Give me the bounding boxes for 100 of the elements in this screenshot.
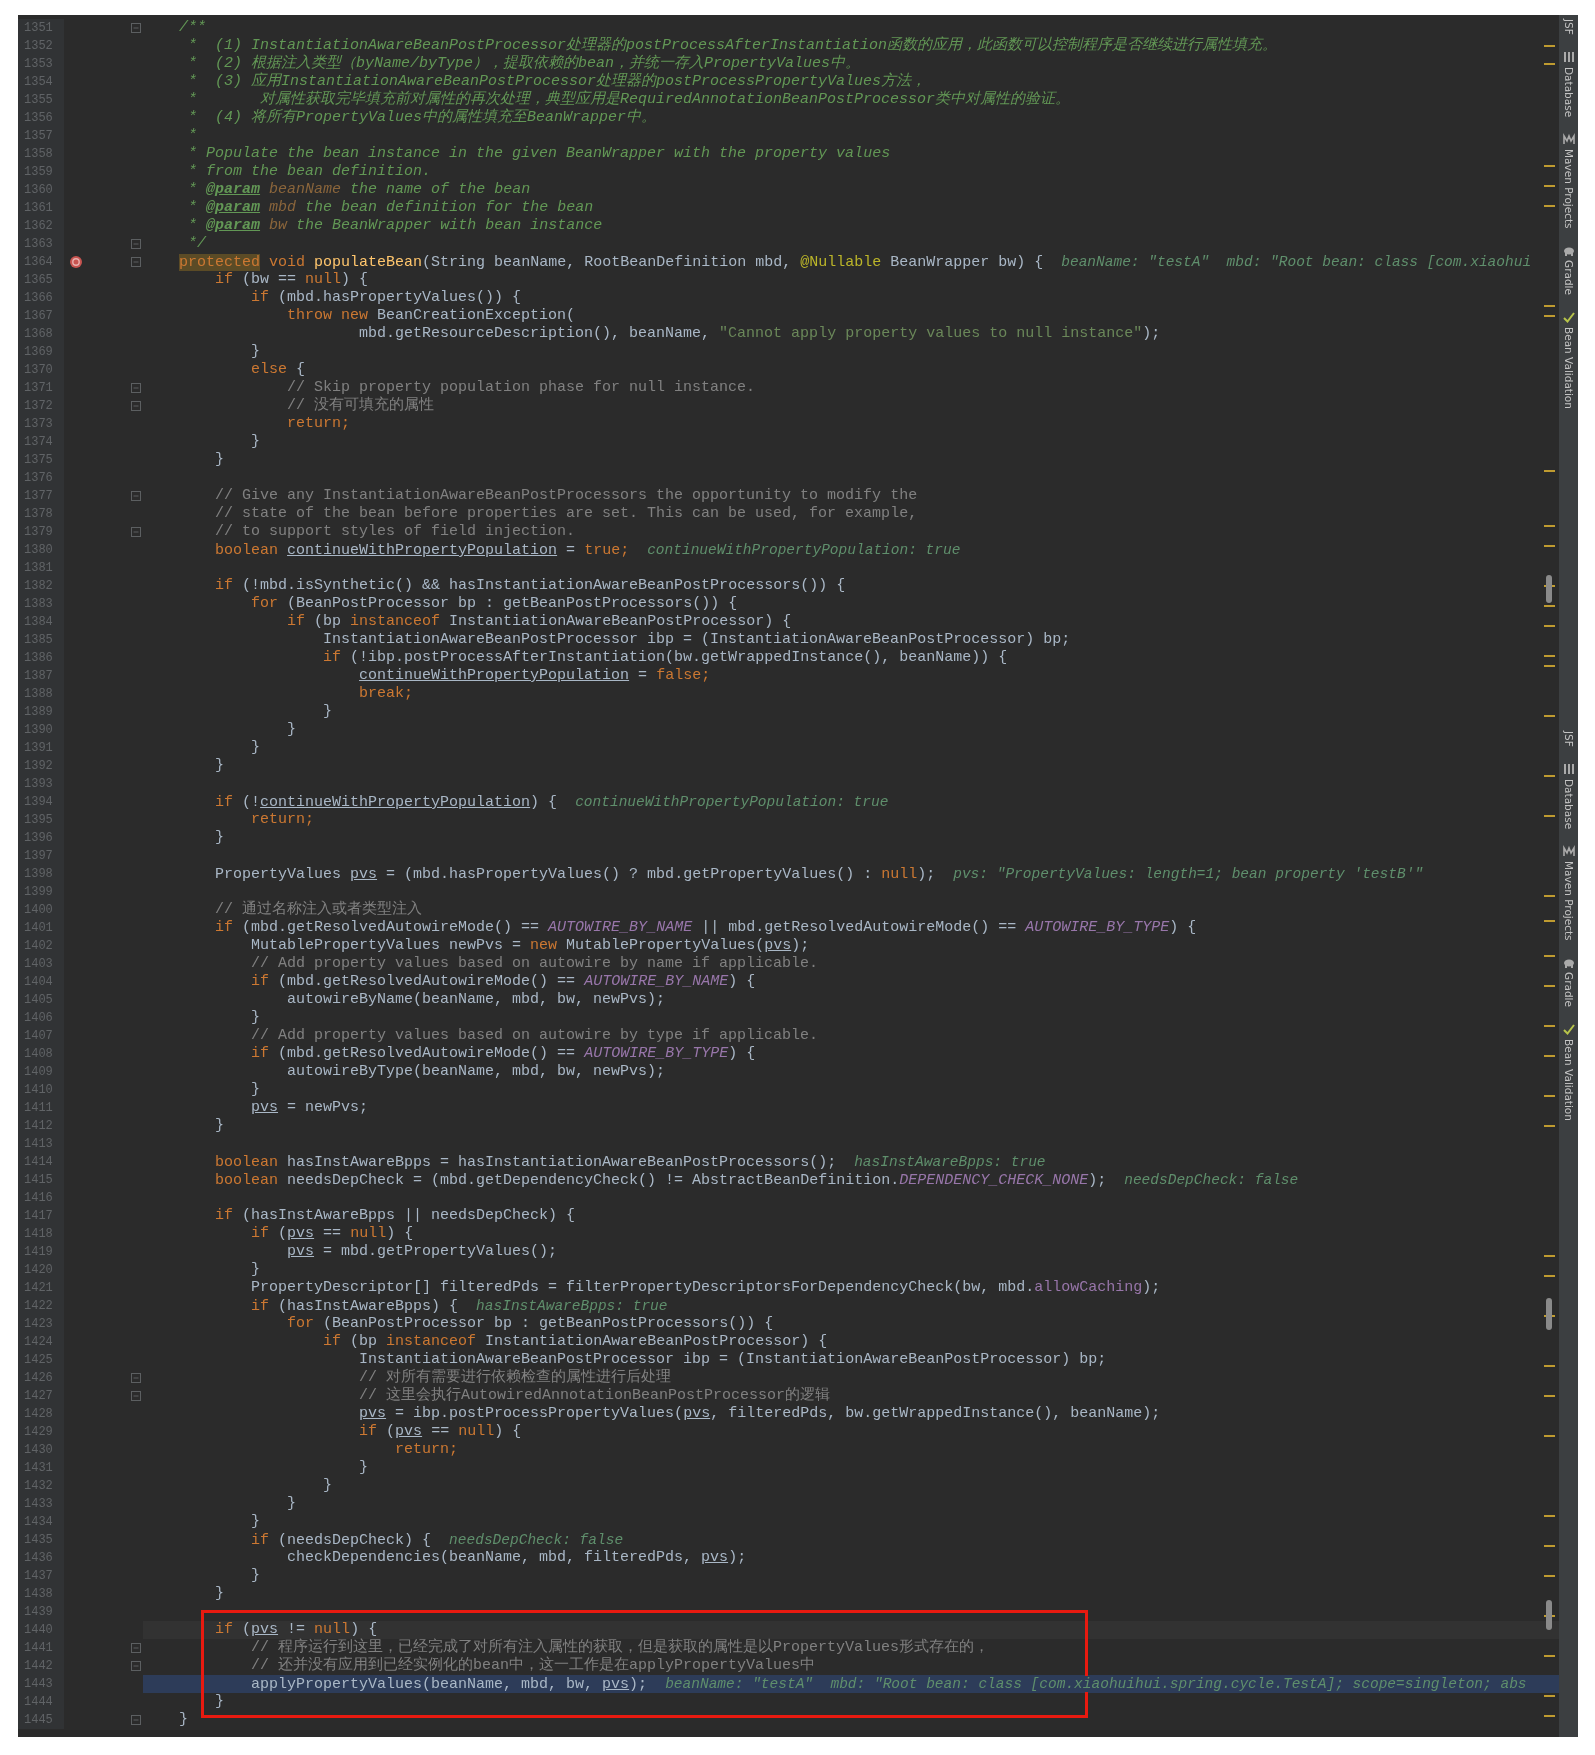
fold-icon[interactable] (130, 1661, 141, 1671)
tool-window-tab[interactable]: Bean Validation (1562, 1023, 1575, 1122)
fold-icon[interactable] (130, 1643, 141, 1653)
code-line: } (214, 1117, 225, 1134)
inline-value: hasInstAwareBpps: true (476, 1298, 668, 1314)
code-line: throw new BeanCreationException( (286, 307, 576, 324)
code-line: return; (250, 811, 315, 828)
code-line: if (pvs == null) { (358, 1423, 522, 1440)
tool-window-tab[interactable]: Maven Projects (1562, 132, 1575, 229)
code-line: if (bp instanceof InstantiationAwareBeanPostProcessor) { (322, 1333, 828, 1350)
code-line: for (BeanPostProcessor bp : getBeanPostProcessors()) { (250, 595, 738, 612)
code-line: if (mbd.getResolvedAutowireMode() == AUTOWIRE_BY_NAME) { (250, 973, 756, 990)
code-line: } (250, 1009, 261, 1026)
fold-icon[interactable] (130, 383, 141, 393)
inline-value: pvs: "PropertyValues: length=1; bean property 'testB'" (953, 866, 1424, 882)
code-line: autowireByName(beanName, mbd, bw, newPvs); (286, 991, 666, 1008)
code-line: InstantiationAwareBeanPostProcessor ibp = (InstantiationAwareBeanPostProcessor) bp; (358, 1351, 1107, 1368)
code-line: // Give any InstantiationAwareBeanPostProcessors the opportunity to modify the (214, 487, 918, 504)
code-line: } (322, 703, 333, 720)
code-line: * @param bw the BeanWrapper with bean instance (187, 217, 603, 234)
tool-window-tab[interactable]: JSF (1563, 731, 1574, 747)
code-line: // 通过名称注入或者类型注入 (214, 901, 423, 918)
code-line: if (hasInstAwareBpps || needsDepCheck) { (214, 1207, 576, 1224)
code-line: /** (178, 19, 207, 36)
code-line: } (250, 343, 261, 360)
code-line: for (BeanPostProcessor bp : getBeanPostProcessors()) { (286, 1315, 774, 1332)
tool-window-tab[interactable]: Gradle (1562, 956, 1575, 1008)
code-line: pvs = ibp.postProcessPropertyValues(pvs, filteredPds, bw.getWrappedInstance(), beanName); (358, 1405, 1161, 1422)
tool-window-tab[interactable]: Bean Validation (1562, 311, 1575, 410)
inline-value: continueWithPropertyPopulation: true (647, 542, 961, 558)
code-line: applyPropertyValues(beanName, mbd, bw, pvs); (250, 1676, 648, 1693)
tool-icon (1562, 311, 1575, 324)
breakpoint-icon[interactable] (69, 255, 83, 269)
code-line: autowireByType(beanName, mbd, bw, newPvs); (286, 1063, 666, 1080)
code-line: if (mbd.getResolvedAutowireMode() == AUTOWIRE_BY_NAME || mbd.getResolvedAutowireMode() == AUTOWIRE_BY_TYPE) { (214, 919, 1197, 936)
code-line: boolean continueWithPropertyPopulation = true; (214, 542, 630, 559)
code-line: checkDependencies(beanName, mbd, filteredPds, pvs); (286, 1549, 747, 1566)
code-line: * (187, 127, 198, 144)
code-line: // Add property values based on autowire by name if applicable. (250, 955, 819, 972)
code-line: } (214, 1585, 225, 1602)
code-line: mbd.getResourceDescription(), beanName, "Cannot apply property values to null instance"); (358, 325, 1161, 342)
code-line: * (2) 根据注入类型（byName/byType），提取依赖的bean，并统一存入PropertyValues中。 (187, 55, 861, 72)
fold-icon[interactable] (130, 401, 141, 411)
inline-value: beanName: "testA" mbd: "Root bean: class [com.xiaohuihui.spring.cycle.TestA]; scope=singleton; abs (665, 1676, 1527, 1692)
code-line: if (!continueWithPropertyPopulation) { (214, 794, 558, 811)
fold-icon[interactable] (130, 1715, 141, 1725)
code-line: // Add property values based on autowire by type if applicable. (250, 1027, 819, 1044)
fold-icon[interactable] (130, 527, 141, 537)
code-line: } (178, 1711, 189, 1728)
code-line: if (pvs != null) { (214, 1621, 378, 1638)
code-line: if (needsDepCheck) { (250, 1532, 432, 1549)
tool-window-tab[interactable]: Gradle (1562, 244, 1575, 296)
fold-icon[interactable] (130, 1391, 141, 1401)
code-line: * 对属性获取完毕填充前对属性的再次处理，典型应用是RequiredAnnotationBeanPostProcessor类中对属性的验证。 (187, 91, 1071, 108)
tool-window-tab[interactable]: JSF (1563, 19, 1574, 35)
code-line: if (bp instanceof InstantiationAwareBeanPostProcessor) { (286, 613, 792, 630)
code-line: if (!mbd.isSynthetic() && hasInstantiationAwareBeanPostProcessors()) { (214, 577, 846, 594)
code-line: // 没有可填充的属性 (286, 397, 435, 414)
code-line: return; (286, 415, 351, 432)
fold-icon[interactable] (130, 1373, 141, 1383)
tool-icon (1562, 132, 1575, 145)
inline-value: continueWithPropertyPopulation: true (575, 794, 889, 810)
code-line: } (250, 433, 261, 450)
code-line: PropertyDescriptor[] filteredPds = filterPropertyDescriptorsForDependencyCheck(bw, mbd.allowCaching); (250, 1279, 1161, 1296)
fold-icon[interactable] (130, 257, 141, 267)
code-line: } (250, 1567, 261, 1584)
code-line: continueWithPropertyPopulation = false; (358, 667, 711, 684)
code-line: // 还并没有应用到已经实例化的bean中，这一工作是在applyPropertyValues中 (250, 1657, 816, 1674)
code-line: */ (187, 235, 207, 252)
tool-icon (1562, 1023, 1575, 1036)
code-line: protected void populateBean(String beanName, RootBeanDefinition mbd, @Nullable BeanWrapper bw) { (178, 254, 1044, 271)
code-line: } (250, 1513, 261, 1530)
fold-icon[interactable] (130, 491, 141, 501)
tool-window-tab[interactable]: Database (1562, 50, 1575, 117)
tool-window-tab[interactable]: Maven Projects (1562, 844, 1575, 941)
inline-value: beanName: "testA" mbd: "Root bean: class [com.xiaohui (1061, 254, 1532, 270)
code-line: } (214, 1693, 225, 1710)
code-line: // Skip property population phase for null instance. (286, 379, 756, 396)
code-line: * (4) 将所有PropertyValues中的属性填充至BeanWrapper中。 (187, 109, 657, 126)
code-line: } (286, 1495, 297, 1512)
inline-value: needsDepCheck: false (1124, 1172, 1299, 1188)
code-line: break; (358, 685, 414, 702)
code-line: pvs = newPvs; (250, 1099, 369, 1116)
code-line: } (322, 1477, 333, 1494)
code-line: boolean hasInstAwareBpps = hasInstantiationAwareBeanPostProcessors(); (214, 1154, 837, 1171)
code-line: // 这里会执行AutowiredAnnotationBeanPostProcessor的逻辑 (358, 1387, 831, 1404)
code-line: } (250, 739, 261, 756)
code-line: } (250, 1081, 261, 1098)
code-line: boolean needsDepCheck = (mbd.getDependencyCheck() != AbstractBeanDefinition.DEPENDENCY_CHECK_NONE); (214, 1172, 1107, 1189)
code-line: pvs = mbd.getPropertyValues(); (286, 1243, 558, 1260)
tool-window-tab[interactable]: Database (1562, 762, 1575, 829)
code-line: } (286, 721, 297, 738)
code-line: PropertyValues pvs = (mbd.hasPropertyValues() ? mbd.getPropertyValues() : null); (214, 866, 936, 883)
fold-icon[interactable] (130, 23, 141, 33)
code-line: if (mbd.getResolvedAutowireMode() == AUTOWIRE_BY_TYPE) { (250, 1045, 756, 1062)
code-line: else { (250, 361, 306, 378)
fold-icon[interactable] (130, 239, 141, 249)
code-line: // 对所有需要进行依赖检查的属性进行后处理 (358, 1369, 672, 1386)
code-line: } (214, 451, 225, 468)
code-line: * @param mbd the bean definition for the bean (187, 199, 594, 216)
